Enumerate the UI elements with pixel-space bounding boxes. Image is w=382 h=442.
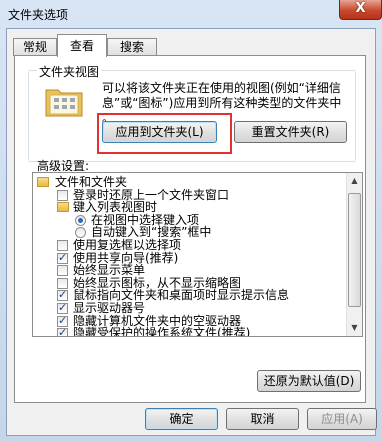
scroll-up-icon[interactable]: ▲ <box>347 173 362 189</box>
folder-icon <box>57 202 69 213</box>
checkbox[interactable] <box>57 265 68 277</box>
folder-views-legend: 文件夹视图 <box>37 63 102 80</box>
radio-button[interactable] <box>75 214 86 226</box>
checkbox[interactable] <box>57 251 68 264</box>
tab-view[interactable]: 查看 <box>57 34 107 57</box>
window-title: 文件夹选项 <box>8 8 69 22</box>
tab-search[interactable]: 搜索 <box>107 38 157 56</box>
checkbox[interactable] <box>57 301 68 314</box>
reset-folders-button[interactable]: 重置文件夹(R) <box>234 121 347 143</box>
folder-options-window: 文件夹选项 X 常规 查看 搜索 文件夹视图 可以将该文件夹正在使用的视图(例如… <box>0 0 382 442</box>
folder-view-icon <box>45 89 83 117</box>
apply-button[interactable]: 应用(A) <box>307 408 377 430</box>
radio-button[interactable] <box>75 227 86 239</box>
list-continuation <box>33 335 345 336</box>
description-line: 可以将该文件夹正在使用的视图(例如“详细信 <box>102 81 341 95</box>
checkbox[interactable] <box>57 240 68 251</box>
tab-general[interactable]: 常规 <box>13 38 57 56</box>
cancel-button[interactable]: 取消 <box>226 408 299 430</box>
checkbox[interactable] <box>57 314 68 327</box>
checkbox[interactable] <box>57 277 68 289</box>
annotation-highlight-box <box>97 113 232 154</box>
scroll-down-icon[interactable]: ▼ <box>347 320 362 336</box>
list-scrollbar[interactable]: ▲ ▼ <box>346 173 362 336</box>
checkbox[interactable] <box>57 288 68 302</box>
scroll-thumb[interactable] <box>348 193 361 307</box>
title-bar: 文件夹选项 X <box>0 0 382 28</box>
restore-defaults-button[interactable]: 还原为默认值(D) <box>257 370 361 392</box>
advanced-settings-list[interactable]: 文件和文件夹 登录时还原上一个文件夹窗口 键入列表视图时 在视图中选择键入项 自… <box>32 172 363 337</box>
description-line: 息”或“图标”)应用到所有这种类型的文件夹中 <box>102 96 342 110</box>
ok-button[interactable]: 确定 <box>145 408 218 430</box>
checkbox[interactable] <box>57 189 68 201</box>
folder-icon <box>37 177 49 187</box>
close-icon: X <box>355 1 366 16</box>
close-button[interactable]: X <box>339 0 382 20</box>
